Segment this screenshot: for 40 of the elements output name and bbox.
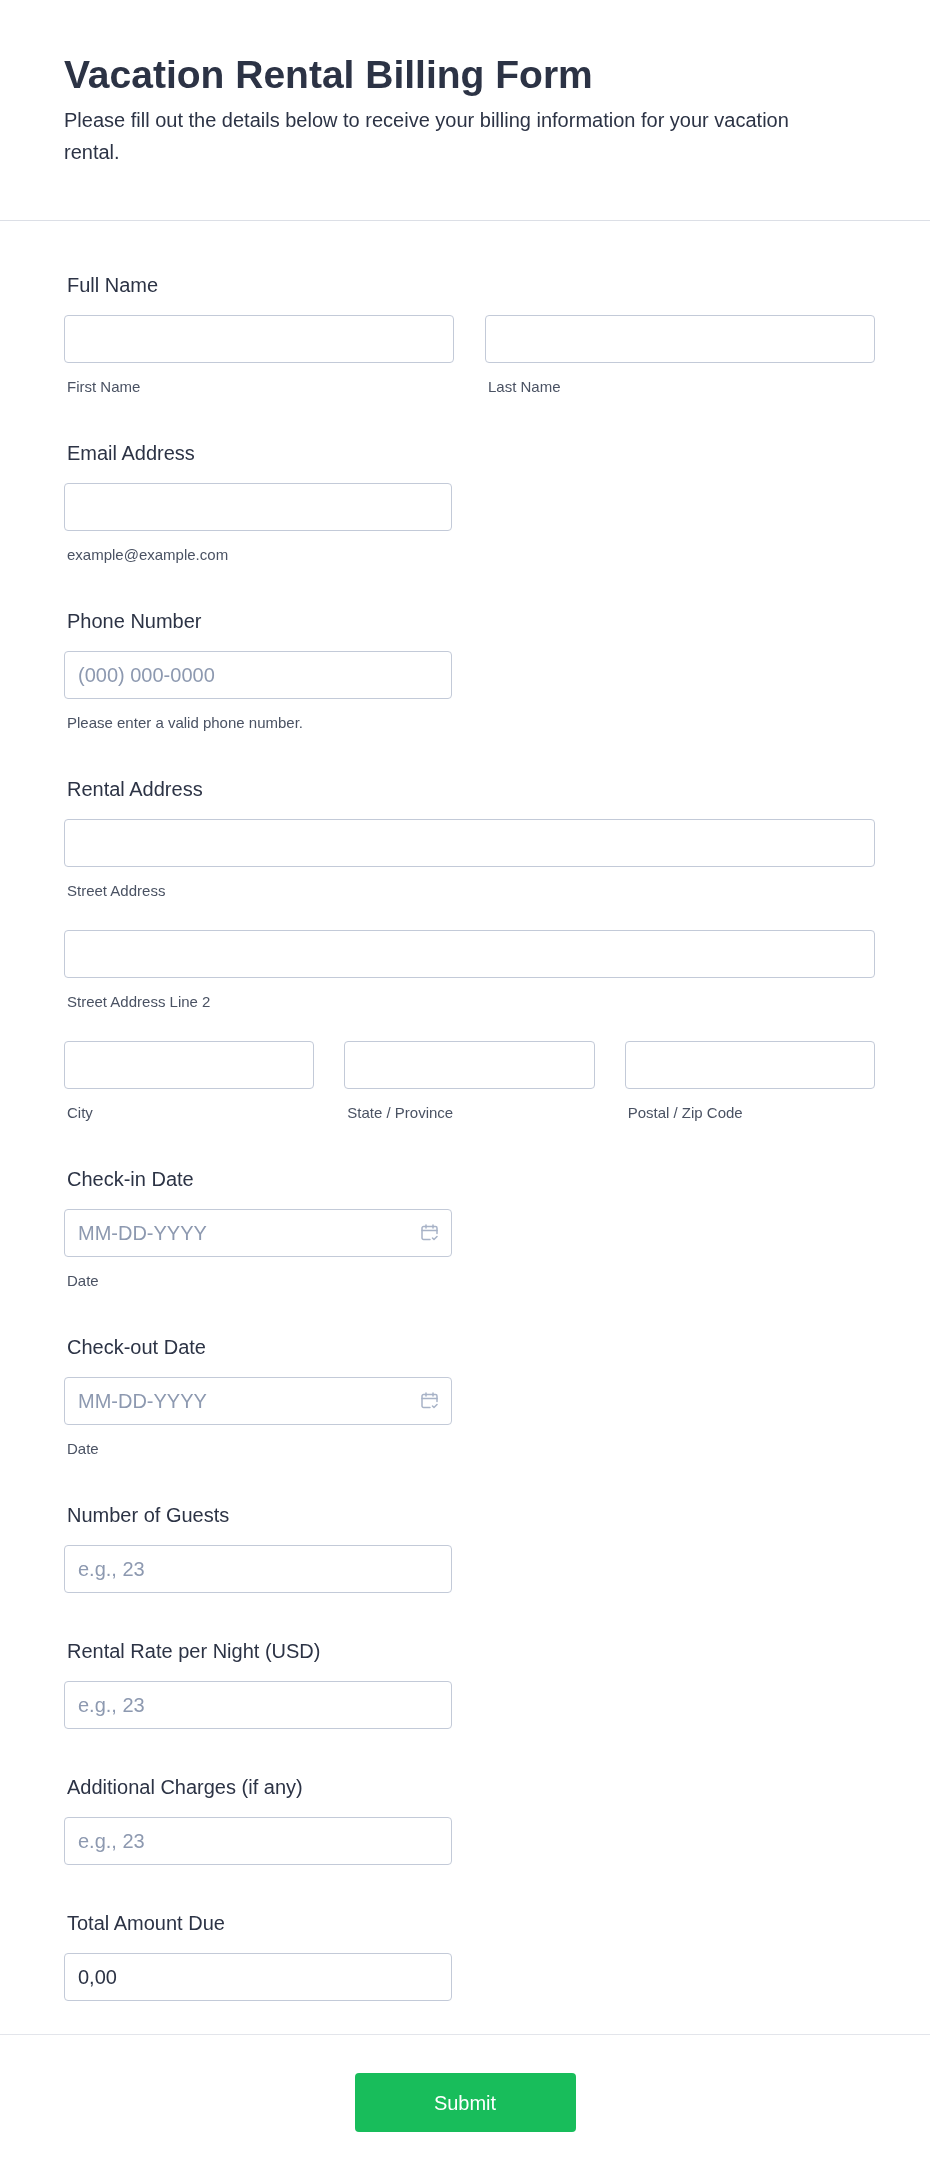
name-field[interactable] (64, 315, 454, 363)
field-sublabel: Postal / Zip Code (626, 1104, 744, 1121)
address-field[interactable] (344, 1041, 595, 1089)
field-sublabel: First Name (66, 378, 142, 395)
form-description: Please fill out the details below to receive your billing information for your vacation rental. (64, 108, 790, 165)
field-sublabel: City (66, 1104, 94, 1121)
number-field[interactable]: e.g., 23 (64, 1681, 452, 1729)
field-sublabel: Street Address Line 2 (66, 993, 212, 1010)
field-sublabel: Date (66, 1272, 100, 1289)
form-title: Vacation Rental Billing Form (64, 52, 594, 98)
field-label: Check-out Date (66, 1335, 207, 1360)
field-label: Rental Rate per Night (USD) (66, 1639, 322, 1664)
calendar-icon (421, 1224, 438, 1241)
email-field[interactable] (64, 483, 452, 531)
name-field[interactable] (485, 315, 875, 363)
field-sublabel: State / Province (346, 1104, 455, 1121)
field-label: Phone Number (66, 609, 203, 634)
field-sublabel: Last Name (487, 378, 562, 395)
date-field[interactable]: MM-DD-YYYY (64, 1209, 452, 1257)
number-field[interactable]: e.g., 23 (64, 1545, 452, 1593)
field-label: Full Name (66, 273, 160, 298)
total-field[interactable]: 0,00 (64, 1953, 452, 2001)
calendar-icon (421, 1392, 438, 1409)
field-label: Number of Guests (66, 1503, 231, 1528)
field-label: Rental Address (66, 777, 204, 802)
address-field[interactable] (624, 1041, 875, 1089)
field-label: Check-in Date (66, 1167, 195, 1192)
address-field[interactable] (64, 819, 875, 867)
field-label: Total Amount Due (66, 1911, 226, 1936)
number-field[interactable]: e.g., 23 (64, 1817, 452, 1865)
field-sublabel: Street Address (66, 882, 167, 899)
phone-field[interactable]: (000) 000-0000 (64, 651, 452, 699)
field-sublabel: Please enter a valid phone number. (66, 714, 304, 731)
address-field[interactable] (64, 930, 875, 978)
date-field[interactable]: MM-DD-YYYY (64, 1377, 452, 1425)
field-label: Additional Charges (if any) (66, 1775, 304, 1800)
address-field[interactable] (64, 1041, 315, 1089)
field-sublabel: example@example.com (66, 546, 230, 563)
field-label: Email Address (66, 441, 196, 466)
field-sublabel: Date (66, 1440, 100, 1457)
